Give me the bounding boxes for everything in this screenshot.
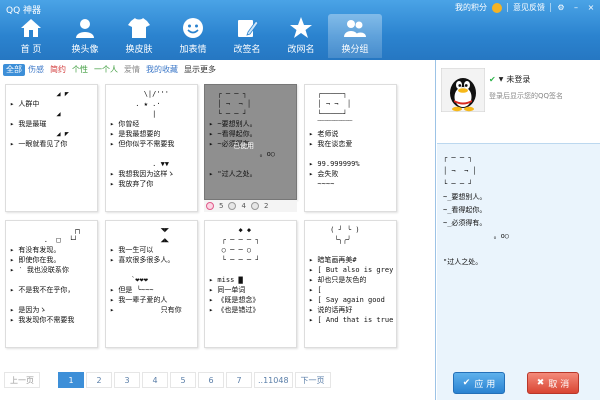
signature-card[interactable]: ( ╯ ╰ ) ╰╮╭╯ ▸ 暗笔画再美# ▸ [ But also is gr… bbox=[304, 220, 397, 348]
tab-all[interactable]: 全部 bbox=[3, 64, 25, 76]
nav-label: 改签名 bbox=[233, 45, 261, 55]
close-icon[interactable]: × bbox=[586, 3, 596, 13]
apply-button[interactable]: ✔ 应 用 bbox=[453, 372, 505, 394]
tab-sad[interactable]: 伤感 bbox=[25, 64, 47, 76]
top-right-links: 我的积分 意见反馈 ⚙ – × bbox=[455, 2, 596, 13]
used-label: 已使用 bbox=[233, 142, 254, 150]
nav-change-avatar[interactable]: 换头像 bbox=[58, 14, 112, 58]
card-stats: 5 4 2 bbox=[204, 200, 297, 212]
card-text: \|/''' . ★ .· | ▸ 你曾经 ▸ 是我最想要的 ▸ 但你似乎不需要… bbox=[110, 90, 175, 188]
nav-change-nickname[interactable]: 改网名 bbox=[274, 14, 328, 58]
nav-label: 换头像 bbox=[71, 45, 99, 55]
online-check-icon: ✔ bbox=[489, 75, 496, 84]
divider bbox=[550, 3, 551, 12]
signature-card[interactable]: \|/''' . ★ .· | ▸ 你曾经 ▸ 是我最想要的 ▸ 但你似乎不需要… bbox=[105, 84, 198, 212]
group-icon bbox=[344, 20, 366, 37]
nav-add-emoji[interactable]: 加表情 bbox=[166, 14, 220, 58]
card-text: ◢ ◤ ▸ 人群中 ◢ ▸ 我是最璀 ◢ ◤ ▸ 一眼就看见了你 bbox=[10, 90, 70, 148]
next-page-button[interactable]: 下一页 bbox=[294, 372, 331, 388]
card-text: ( ╯ ╰ ) ╰╮╭╯ ▸ 暗笔画再美# ▸ [ But also is gr… bbox=[309, 226, 394, 324]
signature-card[interactable]: ┌┐ . □ └┘ ▸ 有没有发现。 ▸ 即使你在我。 ▸ ‵ 我也没联系你 ▸… bbox=[5, 220, 98, 348]
pager-spacer bbox=[42, 372, 56, 388]
avatar-icon bbox=[76, 19, 94, 38]
minimize-icon[interactable]: – bbox=[571, 3, 581, 13]
nav-label: 改网名 bbox=[287, 45, 315, 55]
tab-simple[interactable]: 简约 bbox=[47, 64, 69, 76]
dislike-icon[interactable] bbox=[228, 202, 237, 210]
tab-favorites[interactable]: 我的收藏 bbox=[143, 64, 181, 76]
signature-card[interactable]: ┌─────┐ │ ¬ ¬ │ └─────┘ ﹋﹋﹋﹋﹋ ▸ 老师说 ▸ 我在… bbox=[304, 84, 397, 212]
preview-pane: ✔ ▼ 未登录 登录后显示您的QQ签名 ┌ ─ ─ ┐ │ ¬ ¬ │ └ ─ … bbox=[437, 60, 600, 400]
tab-love[interactable]: 爱情 bbox=[121, 64, 143, 76]
signature-card[interactable]: ◆ ◆ ┌ ─ ─ ─ ┐ ○ ─ ─ ○ └ ─ ─ ─ ┘ ▸ miss ▇… bbox=[204, 220, 297, 348]
dropdown-arrow-icon[interactable]: ▼ bbox=[499, 76, 504, 83]
dislike-count: 4 bbox=[241, 202, 246, 210]
page-7-button[interactable]: 7 bbox=[226, 372, 252, 388]
home-icon bbox=[21, 19, 41, 37]
qq-penguin-avatar[interactable] bbox=[441, 68, 485, 112]
card-text: ┌┐ . □ └┘ ▸ 有没有发现。 ▸ 即使你在我。 ▸ ‵ 我也没联系你 ▸… bbox=[10, 226, 82, 324]
page-1-button[interactable]: 1 bbox=[58, 372, 84, 388]
login-status: ✔ ▼ 未登录 bbox=[489, 74, 530, 85]
page-4-button[interactable]: 4 bbox=[142, 372, 168, 388]
settings-icon[interactable]: ⚙ bbox=[556, 3, 566, 13]
user-info: ✔ ▼ 未登录 登录后显示您的QQ签名 bbox=[437, 60, 600, 144]
card-text: ◆ ◆ ┌ ─ ─ ─ ┐ ○ ─ ─ ○ └ ─ ─ ─ ┘ ▸ miss ▇… bbox=[209, 226, 260, 314]
signature-preview: ┌ ─ ─ ┐ │ ¬ ¬ │ └ ─ ─ ┘ ~_要想别人。 ~_看得起你。 … bbox=[443, 154, 510, 266]
nav-label: 首 页 bbox=[20, 45, 42, 55]
coin-icon bbox=[492, 2, 502, 13]
last-page-button[interactable]: ..11048 bbox=[254, 372, 293, 388]
title-bar: QQ 神器 我的积分 意见反馈 ⚙ – × 首 页 换头像 换皮肤 加表情 改签… bbox=[0, 0, 600, 60]
show-more-link[interactable]: 显示更多 bbox=[181, 64, 219, 76]
comment-count: 2 bbox=[263, 202, 269, 210]
prev-page-button[interactable]: 上一页 bbox=[4, 372, 40, 388]
nav-home[interactable]: 首 页 bbox=[4, 14, 58, 58]
nav-change-group[interactable]: 换分组 bbox=[328, 14, 382, 58]
pencil-icon bbox=[238, 20, 259, 37]
signature-card[interactable]: ◢ ◤ ▸ 人群中 ◢ ▸ 我是最璀 ◢ ◤ ▸ 一眼就看见了你 bbox=[5, 84, 98, 212]
star-icon bbox=[290, 17, 312, 38]
pagination: 上一页 1 2 3 4 5 6 7 ..11048 下一页 bbox=[4, 372, 331, 388]
points-link[interactable]: 我的积分 bbox=[455, 2, 487, 13]
feedback-link[interactable]: 意见反馈 bbox=[513, 2, 545, 13]
login-hint: 登录后显示您的QQ签名 bbox=[489, 92, 564, 100]
signature-card[interactable]: ◥◤ ◢◣ ▸ 我一生可以 ▸ 喜欢很多很多人。 `❤❤❤ ▸ 但是 ╰~~~ … bbox=[105, 220, 198, 348]
nav-label: 换皮肤 bbox=[125, 45, 153, 55]
main-nav: 首 页 换头像 换皮肤 加表情 改签名 改网名 换分组 bbox=[4, 14, 382, 58]
page-5-button[interactable]: 5 bbox=[170, 372, 196, 388]
like-icon[interactable] bbox=[206, 202, 214, 210]
apply-label: 应 用 bbox=[474, 379, 496, 390]
nav-label: 换分组 bbox=[341, 45, 369, 55]
card-text: ┌ ─ ─ ┐ │ ¬ ¬ │ └ ─ ─ ┘ ▸ ~要想别人。 ▸ ~看得起你… bbox=[209, 90, 276, 178]
page-2-button[interactable]: 2 bbox=[86, 372, 112, 388]
signature-card-selected[interactable]: ┌ ─ ─ ┐ │ ¬ ¬ │ └ ─ ─ ┘ ▸ ~要想别人。 ▸ ~看得起你… bbox=[204, 84, 297, 200]
page-3-button[interactable]: 3 bbox=[114, 372, 140, 388]
like-count: 5 bbox=[219, 202, 224, 210]
nav-label: 加表情 bbox=[179, 45, 207, 55]
comment-icon[interactable] bbox=[250, 202, 259, 210]
cancel-x-icon: ✖ bbox=[536, 378, 545, 388]
tab-personality[interactable]: 个性 bbox=[69, 64, 91, 76]
card-text: ┌─────┐ │ ¬ ¬ │ └─────┘ ﹋﹋﹋﹋﹋ ▸ 老师说 ▸ 我在… bbox=[309, 90, 360, 188]
divider bbox=[507, 3, 508, 12]
check-icon: ✔ bbox=[462, 378, 471, 388]
page-6-button[interactable]: 6 bbox=[198, 372, 224, 388]
nav-change-skin[interactable]: 换皮肤 bbox=[112, 14, 166, 58]
cancel-button[interactable]: ✖ 取 消 bbox=[527, 372, 579, 394]
category-tabs: 全部 伤感 简约 个性 一个人 爱情 我的收藏 显示更多 bbox=[3, 64, 219, 76]
smiley-icon bbox=[183, 18, 203, 38]
login-status-text[interactable]: 未登录 bbox=[506, 74, 530, 85]
card-text: ◥◤ ◢◣ ▸ 我一生可以 ▸ 喜欢很多很多人。 `❤❤❤ ▸ 但是 ╰~~~ … bbox=[110, 226, 182, 314]
tab-alone[interactable]: 一个人 bbox=[91, 64, 121, 76]
nav-change-signature[interactable]: 改签名 bbox=[220, 14, 274, 58]
shirt-icon bbox=[128, 18, 150, 38]
cancel-label: 取 消 bbox=[548, 379, 570, 390]
